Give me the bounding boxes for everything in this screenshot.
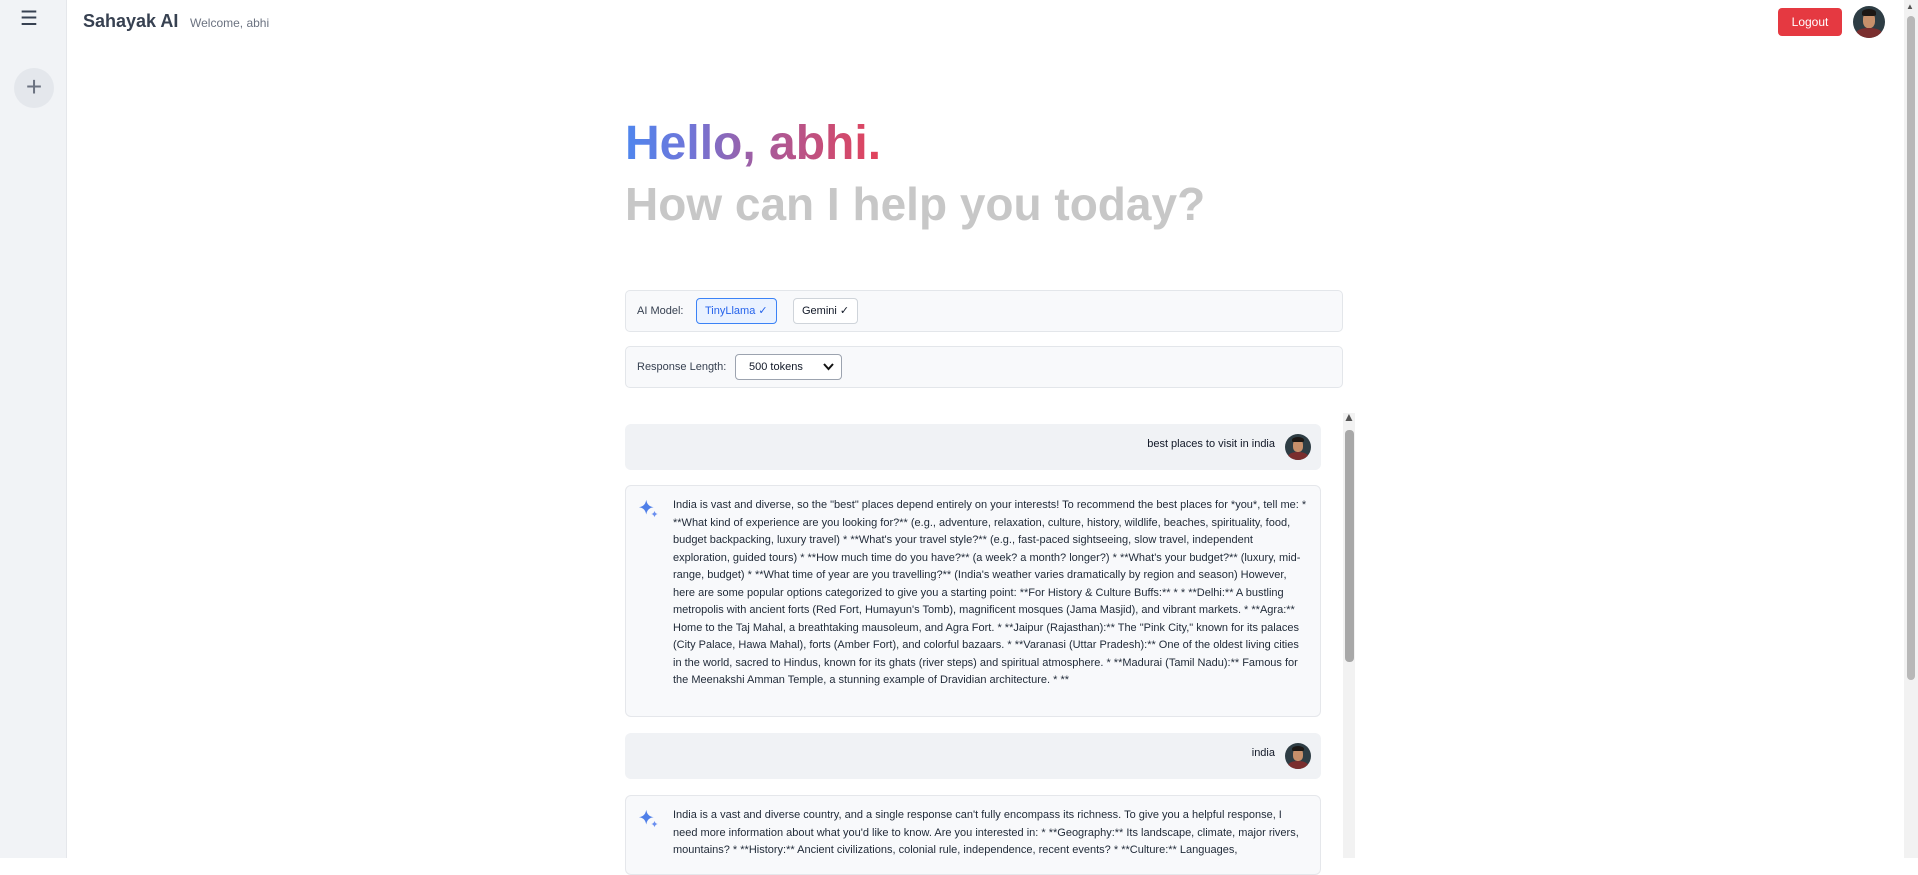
welcome-text: Welcome, abhi [190, 16, 270, 30]
response-length-label: Response Length: [637, 361, 727, 373]
hamburger-menu-icon[interactable]: ☰ [18, 9, 40, 29]
user-avatar [1285, 743, 1311, 769]
chevron-down-icon [823, 355, 834, 388]
response-length-select[interactable]: 500 tokens [735, 354, 842, 380]
user-avatar[interactable] [1853, 6, 1885, 38]
logout-button[interactable]: Logout [1778, 8, 1842, 36]
response-length-value: 500 tokens [749, 361, 803, 373]
response-length-panel: Response Length: 500 tokens [625, 346, 1343, 388]
model-selector-panel: AI Model: TinyLlama ✓ Gemini ✓ [625, 290, 1343, 332]
chat-scrollbar-thumb[interactable] [1345, 430, 1354, 662]
user-message-text: best places to visit in india [1147, 438, 1275, 450]
model-label: AI Model: [637, 305, 684, 317]
sparkle-icon [638, 809, 658, 828]
assistant-message: India is a vast and diverse country, and… [625, 795, 1321, 875]
sparkle-icon [638, 499, 658, 518]
assistant-message-text: India is a vast and diverse country, and… [673, 809, 1299, 856]
page-scrollbar-thumb[interactable] [1907, 16, 1915, 680]
user-message: india [625, 733, 1321, 779]
sidebar: ☰ + [0, 0, 67, 858]
greeting-heading: Hello, abhi. [625, 117, 882, 170]
plus-icon: + [25, 71, 43, 102]
user-avatar [1285, 434, 1311, 460]
model-option-gemini[interactable]: Gemini ✓ [793, 298, 859, 324]
model-option-tinyllama[interactable]: TinyLlama ✓ [696, 298, 777, 324]
assistant-message-text: India is vast and diverse, so the "best"… [673, 499, 1307, 686]
assistant-message: India is vast and diverse, so the "best"… [625, 485, 1321, 717]
page-scroll-up-icon[interactable]: ▲ [1906, 2, 1914, 11]
new-chat-button[interactable]: + [14, 68, 54, 108]
app-title: Sahayak AI [83, 11, 179, 31]
user-message: best places to visit in india [625, 424, 1321, 470]
user-message-text: india [1251, 747, 1275, 759]
greeting-subtitle: How can I help you today? [625, 178, 1206, 230]
chat-scroll-up-icon[interactable]: ▲ [1343, 410, 1355, 424]
